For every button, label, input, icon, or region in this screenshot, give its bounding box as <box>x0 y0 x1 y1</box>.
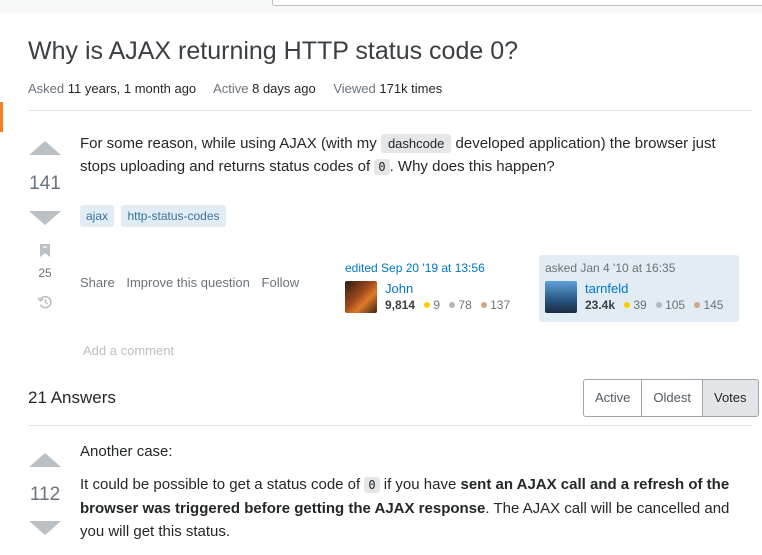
share-link[interactable]: Share <box>80 275 115 290</box>
silver-badge-count: 105 <box>665 298 686 312</box>
gold-badge-icon <box>624 302 631 308</box>
editor-card: edited Sep 20 '19 at 13:56 John 9,814 9 … <box>345 255 515 322</box>
body-text: . Why does this happen? <box>389 158 555 175</box>
bronze-badge-count: 137 <box>490 298 511 312</box>
viewed-value: 171k times <box>379 81 443 96</box>
reputation-score: 9,814 <box>385 298 416 312</box>
edited-timestamp-link[interactable]: edited Sep 20 '19 at 13:56 <box>345 261 485 275</box>
asked-timestamp: asked Jan 4 '10 at 16:35 <box>545 261 676 275</box>
editor-name-link[interactable]: John <box>385 281 413 296</box>
bronze-badge-icon <box>481 302 488 308</box>
active-value[interactable]: 8 days ago <box>252 81 316 96</box>
answer-vote-count: 112 <box>29 484 61 505</box>
answer-body: Another case: It could be possible to ge… <box>80 440 740 543</box>
follow-link[interactable]: Follow <box>262 275 300 290</box>
post-menu: Share Improve this question Follow <box>80 275 307 290</box>
upvote-icon[interactable] <box>29 453 61 467</box>
asked-label: Asked <box>28 81 65 96</box>
asked-value: 11 years, 1 month ago <box>67 81 197 96</box>
active-label: Active <box>213 81 249 96</box>
silver-badge-count: 78 <box>458 298 472 312</box>
question-body: For some reason, while using AJAX (with … <box>80 132 740 179</box>
editor-reputation: 9,814 9 78 137 <box>385 298 516 312</box>
question-vote-count: 141 <box>29 173 61 194</box>
silver-badge-icon <box>449 302 456 308</box>
owner-card: asked Jan 4 '10 at 16:35 tarnfeld 23.4k … <box>539 255 739 322</box>
sort-oldest-button[interactable]: Oldest <box>642 380 703 416</box>
silver-badge-icon <box>656 302 663 308</box>
divider <box>28 425 752 426</box>
answer-sort-tabs: Active Oldest Votes <box>583 379 759 417</box>
sort-votes-button[interactable]: Votes <box>702 380 758 416</box>
gold-badge-count: 39 <box>633 298 647 312</box>
reputation-score: 23.4k <box>585 298 616 312</box>
body-text: For some reason, while using AJAX (with … <box>80 135 381 152</box>
inline-code: 0 <box>364 477 380 493</box>
tag-http-status-codes[interactable]: http-status-codes <box>121 205 226 227</box>
divider <box>28 110 752 111</box>
top-bar <box>0 0 762 14</box>
active-nav-marker <box>0 102 3 132</box>
tag-ajax[interactable]: ajax <box>80 205 115 227</box>
answers-count-heading: 21 Answers <box>28 388 116 407</box>
improve-question-link[interactable]: Improve this question <box>126 275 250 290</box>
search-input[interactable] <box>272 0 762 6</box>
history-icon[interactable] <box>37 294 53 310</box>
owner-reputation: 23.4k 39 105 145 <box>585 298 729 312</box>
body-text: if you have <box>379 476 461 493</box>
answer-paragraph: It could be possible to get a status cod… <box>80 473 740 543</box>
gold-badge-count: 9 <box>433 298 441 312</box>
owner-name-link[interactable]: tarnfeld <box>585 281 628 296</box>
upvote-icon[interactable] <box>29 141 61 155</box>
downvote-icon[interactable] <box>29 211 61 225</box>
downvote-icon[interactable] <box>29 521 61 535</box>
viewed-label: Viewed <box>333 81 376 96</box>
tag-list: ajax http-status-codes <box>80 205 229 227</box>
inline-code: 0 <box>374 159 390 175</box>
avatar[interactable] <box>345 281 377 313</box>
question-meta: Asked 11 years, 1 month ago Active 8 day… <box>28 81 456 96</box>
sort-active-button[interactable]: Active <box>584 380 643 416</box>
bronze-badge-count: 145 <box>703 298 724 312</box>
bookmark-icon[interactable] <box>39 243 51 258</box>
avatar[interactable] <box>545 281 577 313</box>
body-text: It could be possible to get a status cod… <box>80 476 365 493</box>
bronze-badge-icon <box>694 302 701 308</box>
bookmark-count: 25 <box>38 266 52 280</box>
gold-badge-icon <box>424 302 431 308</box>
answer-paragraph: Another case: <box>80 443 173 460</box>
add-comment-link[interactable]: Add a comment <box>83 343 174 358</box>
dashcode-link[interactable]: dashcode <box>380 134 452 153</box>
question-title[interactable]: Why is AJAX returning HTTP status code 0… <box>28 37 518 66</box>
